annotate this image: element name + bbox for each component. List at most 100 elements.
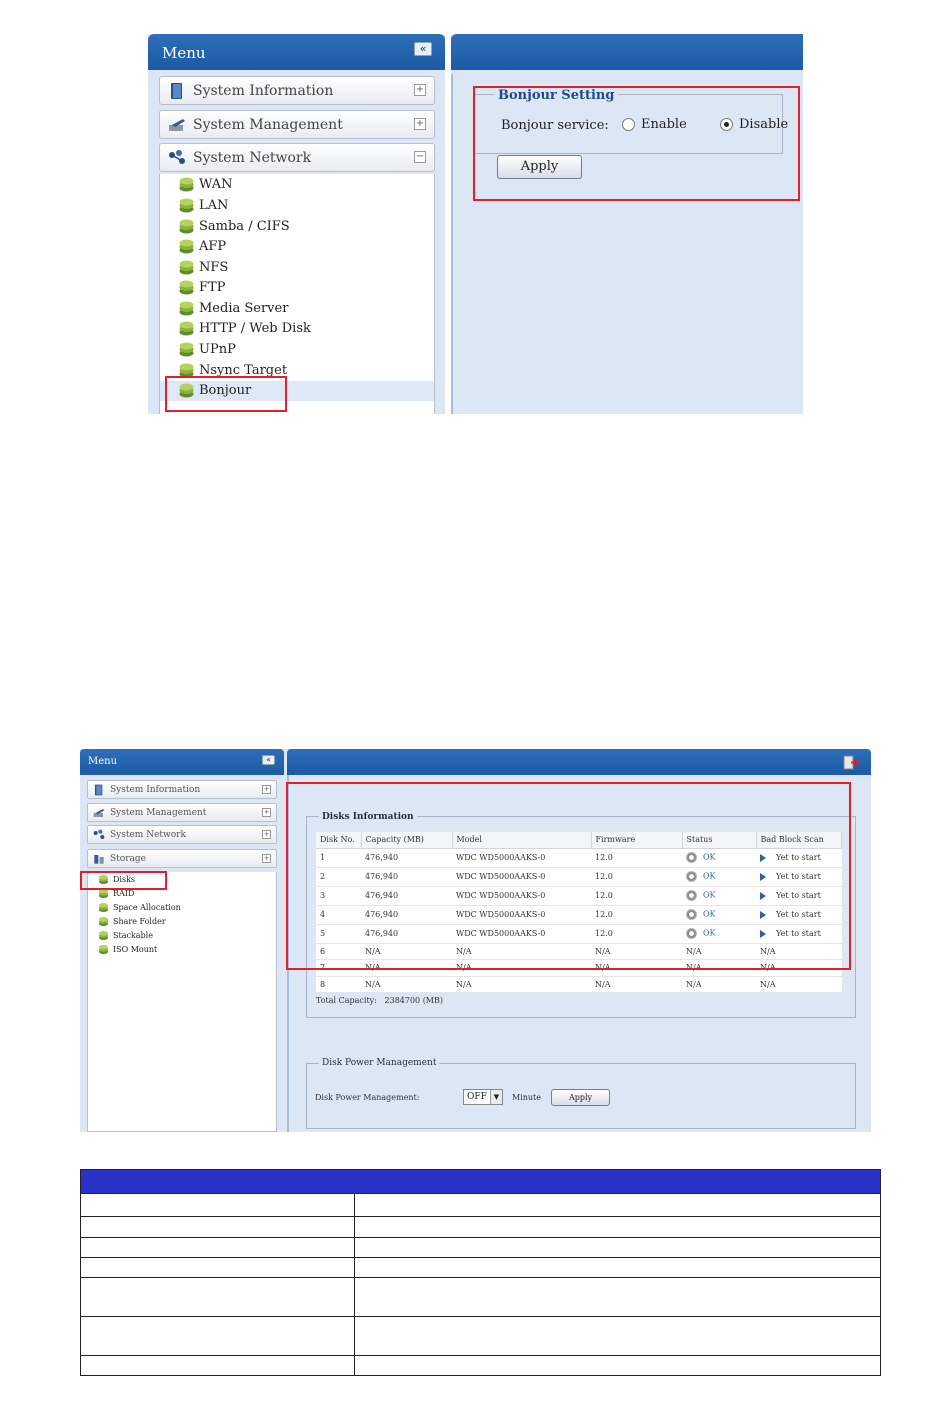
collapse-icon[interactable]: − (414, 151, 426, 163)
highlight-disks-table (286, 782, 851, 970)
submenu-item-share-folder[interactable]: Share Folder (88, 915, 276, 929)
highlight-disks-item (80, 871, 167, 890)
submenu-label: Space Allocation (113, 903, 181, 912)
stack-icon (98, 916, 109, 927)
category-label: System Management (110, 808, 207, 818)
submenu-label: Samba / CIFS (199, 219, 290, 234)
category-storage[interactable]: Storage + (87, 849, 277, 868)
stack-icon (179, 260, 194, 275)
minute-label: Minute (512, 1093, 542, 1102)
disks-screenshot: Menu « System Information + System Manag… (80, 749, 871, 1132)
table-cell (354, 1277, 881, 1317)
submenu-item-space-allocation[interactable]: Space Allocation (88, 901, 276, 915)
category-system-information[interactable]: System Information + (87, 780, 277, 799)
category-label: Storage (110, 854, 146, 864)
total-capacity-label: Total Capacity: (316, 996, 377, 1005)
table-cell (80, 1257, 355, 1278)
table-row (80, 1316, 881, 1356)
table-header (80, 1169, 881, 1194)
disk-no: 8 (316, 976, 361, 993)
submenu-label: UPnP (199, 342, 236, 357)
power-select[interactable]: OFF ▼ (463, 1089, 503, 1105)
submenu-item-http[interactable]: HTTP / Web Disk (160, 319, 434, 339)
category-label: System Network (193, 150, 312, 166)
table-cell (80, 1237, 355, 1258)
expand-icon[interactable]: + (414, 84, 426, 96)
expand-icon[interactable]: + (262, 830, 271, 839)
category-system-management[interactable]: System Management + (159, 110, 435, 139)
submenu-item-upnp[interactable]: UPnP (160, 340, 434, 360)
submenu-item-wan[interactable]: WAN (160, 175, 434, 195)
expand-icon[interactable]: + (262, 808, 271, 817)
submenu-item-lan[interactable]: LAN (160, 196, 434, 216)
power-legend: Disk Power Management (319, 1058, 440, 1068)
logout-icon[interactable] (843, 755, 859, 770)
stack-icon (179, 342, 194, 357)
table-row (80, 1277, 881, 1317)
stack-icon (98, 930, 109, 941)
submenu-item-nfs[interactable]: NFS (160, 258, 434, 278)
submenu-label: Stackable (113, 931, 153, 940)
table-cell (354, 1355, 881, 1376)
table-cell (354, 1216, 881, 1238)
category-label: System Information (193, 83, 334, 99)
expand-icon[interactable]: + (262, 854, 271, 863)
total-capacity: Total Capacity: 2384700 (MB) (316, 996, 443, 1005)
submenu-item-iso-mount[interactable]: ISO Mount (88, 943, 276, 957)
table-cell (80, 1216, 355, 1238)
submenu-item-samba[interactable]: Samba / CIFS (160, 217, 434, 237)
category-label: System Management (193, 117, 343, 133)
tools-icon (93, 809, 105, 817)
stack-icon (179, 177, 194, 192)
category-system-network[interactable]: System Network − (159, 143, 435, 172)
stack-icon (179, 280, 194, 295)
expand-icon[interactable]: + (414, 118, 426, 130)
collapse-menu-button[interactable]: « (414, 42, 432, 56)
stack-icon (179, 198, 194, 213)
category-system-information[interactable]: System Information + (159, 76, 435, 105)
menu-title: Menu (88, 756, 118, 767)
submenu-label: ISO Mount (113, 945, 158, 954)
power-apply-button[interactable]: Apply (551, 1089, 610, 1106)
disk-scan: N/A (756, 976, 842, 993)
network-icon (169, 150, 185, 164)
submenu-item-ftp[interactable]: FTP (160, 278, 434, 298)
stack-icon (179, 321, 194, 336)
menu-panel: Menu « System Information + System Manag… (148, 34, 445, 414)
table-cell (354, 1193, 881, 1217)
table-cell (354, 1257, 881, 1278)
network-icon (93, 829, 105, 839)
power-select-value: OFF (467, 1092, 487, 1102)
storage-icon (94, 855, 104, 864)
highlight-bonjour-item (165, 376, 287, 412)
table-cell (354, 1237, 881, 1258)
submenu-label: WAN (199, 177, 233, 192)
content-header (451, 34, 803, 70)
table-row (80, 1193, 881, 1217)
table-row[interactable]: 8 N/A N/A N/A N/A N/A (316, 976, 842, 993)
table-cell (80, 1355, 355, 1376)
submenu-item-media-server[interactable]: Media Server (160, 299, 434, 319)
expand-icon[interactable]: + (262, 785, 271, 794)
collapse-menu-button[interactable]: « (262, 755, 275, 765)
chevron-down-icon[interactable]: ▼ (490, 1090, 502, 1104)
table-row (80, 1237, 881, 1258)
table-row (80, 1216, 881, 1238)
table-cell (80, 1193, 355, 1217)
power-label: Disk Power Management: (315, 1093, 420, 1102)
stack-icon (98, 944, 109, 955)
submenu-label: AFP (199, 239, 227, 254)
disk-capacity: N/A (361, 976, 452, 993)
disk-status: N/A (682, 976, 756, 993)
submenu-label: Media Server (199, 301, 289, 316)
disk-firmware: N/A (591, 976, 682, 993)
category-system-management[interactable]: System Management + (87, 803, 277, 822)
disk-model: N/A (452, 976, 591, 993)
book-icon (95, 784, 103, 796)
submenu-item-afp[interactable]: AFP (160, 237, 434, 257)
description-table (80, 1169, 881, 1376)
submenu-item-stackable[interactable]: Stackable (88, 929, 276, 943)
table-header-row (80, 1169, 881, 1194)
submenu-label: NFS (199, 260, 229, 275)
category-system-network[interactable]: System Network + (87, 825, 277, 844)
